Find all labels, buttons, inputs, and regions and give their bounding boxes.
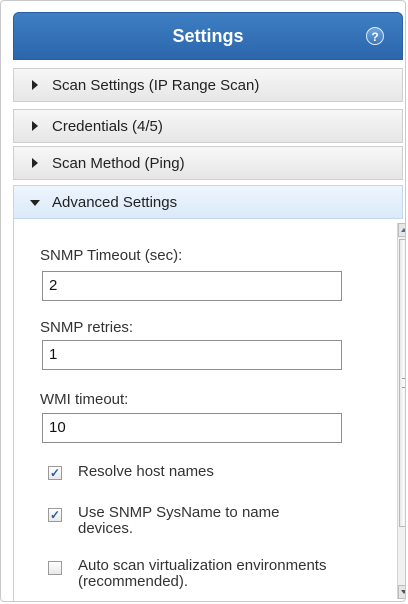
vertical-scrollbar[interactable] (397, 223, 405, 599)
snmp-timeout-input[interactable]: 2 (42, 271, 342, 301)
snmp-timeout-label: SNMP Timeout (sec): (40, 247, 183, 264)
help-icon[interactable]: ? (366, 27, 384, 45)
settings-header: Settings ? (13, 12, 403, 60)
scroll-down-icon[interactable] (398, 585, 405, 599)
section-label: Advanced Settings (52, 194, 178, 211)
section-scan-settings[interactable]: Scan Settings (IP Range Scan) (13, 68, 403, 102)
auto-scan-virtualization-label-line2: (recommended). (78, 573, 189, 590)
section-label: Scan Method (Ping) (52, 155, 185, 172)
use-snmp-sysname-checkbox[interactable]: ✓ (48, 508, 62, 522)
section-label: Scan Settings (IP Range Scan) (52, 77, 260, 94)
auto-scan-virtualization-label-line1: Auto scan virtualization environments (78, 557, 327, 574)
section-credentials[interactable]: Credentials (4/5) (13, 109, 403, 143)
chevron-right-icon (32, 158, 38, 168)
section-advanced-settings[interactable]: Advanced Settings (13, 185, 403, 219)
section-scan-method[interactable]: Scan Method (Ping) (13, 146, 403, 180)
resolve-host-names-checkbox[interactable]: ✓ (48, 466, 62, 480)
settings-title: Settings (172, 26, 244, 46)
snmp-retries-input[interactable]: 1 (42, 340, 342, 370)
advanced-settings-content: SNMP Timeout (sec): 2 SNMP retries: 1 WM… (13, 219, 403, 601)
resolve-host-names-label: Resolve host names (78, 463, 214, 480)
wmi-timeout-label: WMI timeout: (40, 391, 129, 408)
scroll-up-icon[interactable] (398, 223, 405, 237)
chevron-right-icon (32, 80, 38, 90)
chevron-down-icon (30, 200, 40, 206)
wmi-timeout-input[interactable]: 10 (42, 413, 342, 443)
snmp-retries-label: SNMP retries: (40, 319, 134, 336)
section-label: Credentials (4/5) (52, 118, 163, 135)
settings-panel: Settings ? Scan Settings (IP Range Scan)… (0, 0, 406, 602)
auto-scan-virtualization-checkbox[interactable] (48, 561, 62, 575)
chevron-right-icon (32, 121, 38, 131)
scrollbar-thumb[interactable] (399, 239, 405, 527)
grip-icon (402, 378, 405, 388)
use-snmp-sysname-label-line1: Use SNMP SysName to name (78, 504, 280, 521)
use-snmp-sysname-label-line2: devices. (78, 520, 134, 537)
